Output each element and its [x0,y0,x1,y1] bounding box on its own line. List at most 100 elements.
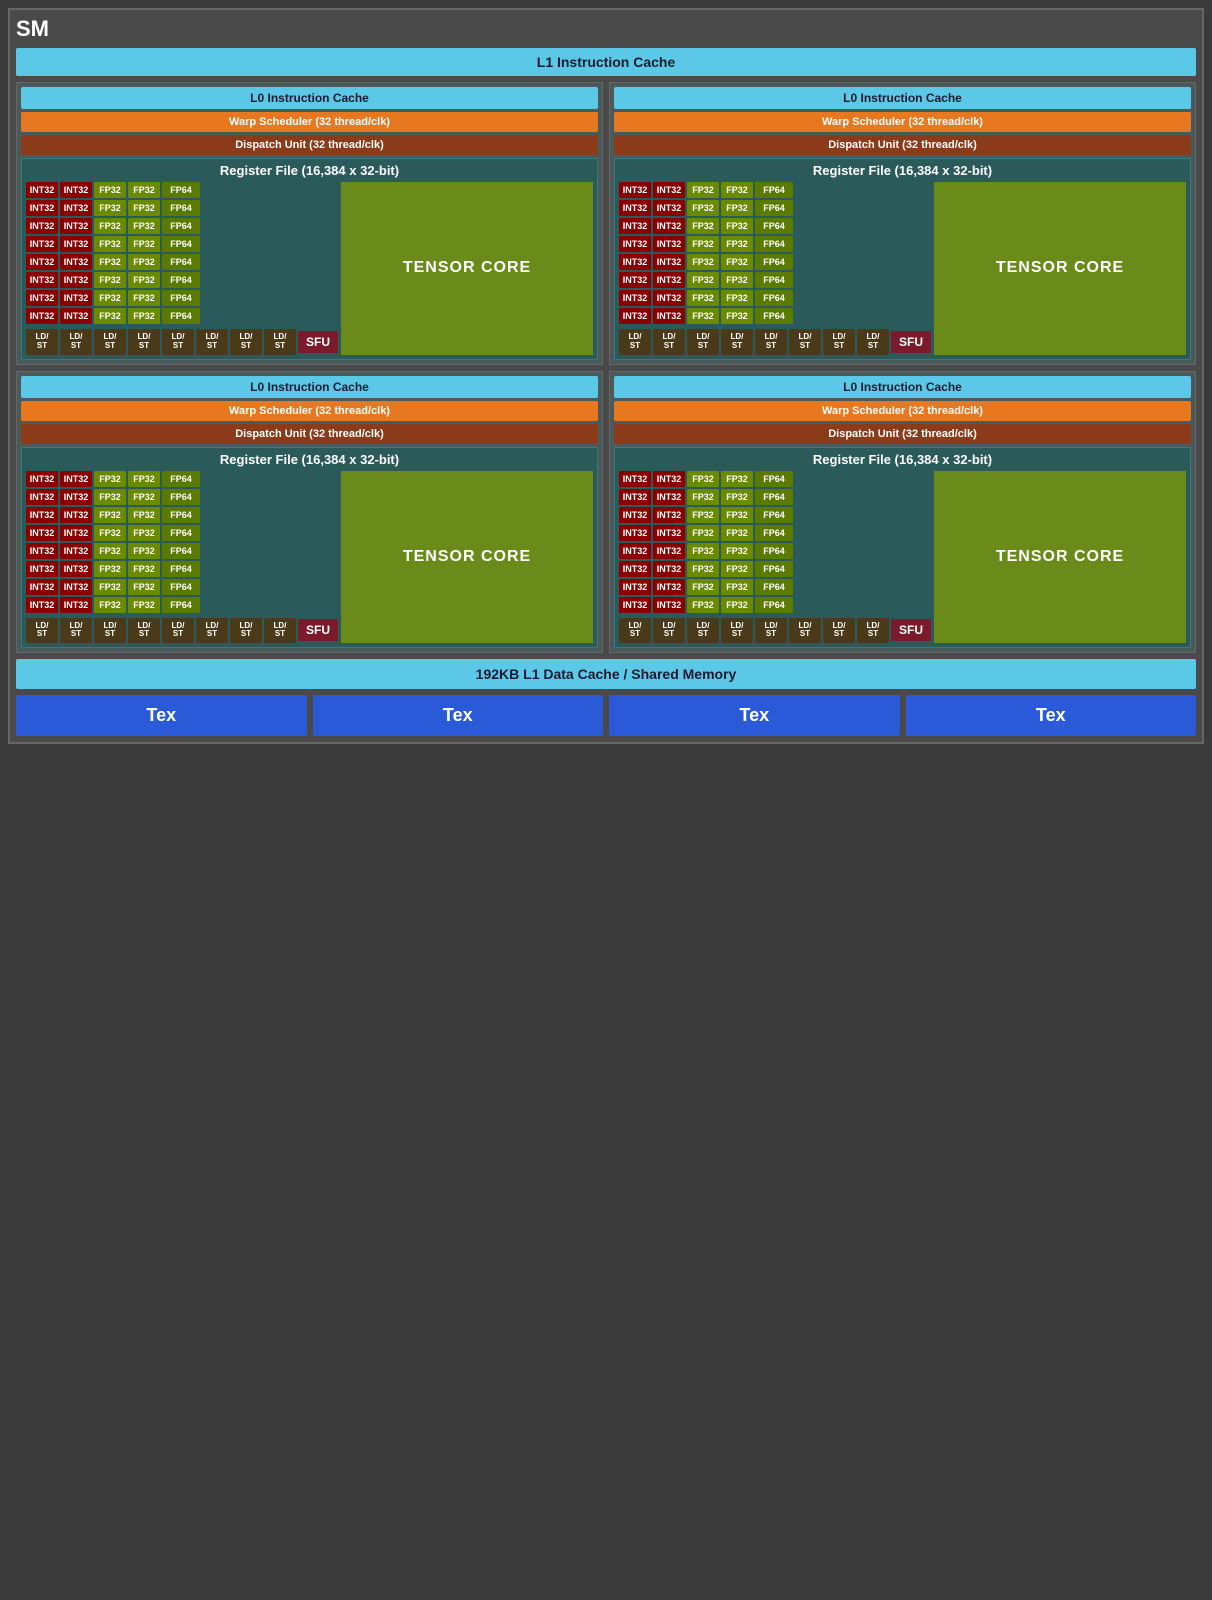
int32-box: INT32 [60,290,92,306]
int32-box: INT32 [60,471,92,487]
compute-row: INT32 INT32 FP32 FP32 FP64 [619,525,931,541]
left-compute-2: INT32 INT32 FP32 FP32 FP64 INT32 INT32 F… [619,182,931,355]
compute-row: INT32 INT32 FP32 FP32 FP64 [619,182,931,198]
fp32-box: FP32 [721,471,753,487]
fp32-box: FP32 [687,308,719,324]
fp32-box: FP32 [687,543,719,559]
int32-box: INT32 [619,525,651,541]
fp32-box: FP32 [687,507,719,523]
fp64-box: FP64 [162,561,200,577]
int32-box: INT32 [653,543,685,559]
compute-row: INT32 INT32 FP32 FP32 FP64 [619,597,931,613]
compute-row: INT32 INT32 FP32 FP32 FP64 [26,236,338,252]
sm-container: SM L1 Instruction Cache L0 Instruction C… [8,8,1204,744]
fp32-box: FP32 [128,218,160,234]
fp32-box: FP32 [94,218,126,234]
dispatch-unit-3: Dispatch Unit (32 thread/clk) [21,424,598,444]
bottom-quadrants-row: L0 Instruction Cache Warp Scheduler (32 … [16,371,1196,654]
fp32-box: FP32 [128,525,160,541]
ld-st-box: LD/ST [619,329,651,355]
int32-box: INT32 [619,561,651,577]
fp32-box: FP32 [721,236,753,252]
compute-row: INT32 INT32 FP32 FP32 FP64 [619,218,931,234]
fp32-box: FP32 [721,254,753,270]
int32-box: INT32 [619,471,651,487]
fp32-box: FP32 [128,200,160,216]
fp64-box: FP64 [162,182,200,198]
int32-box: INT32 [26,272,58,288]
fp32-box: FP32 [128,182,160,198]
fp64-box: FP64 [755,236,793,252]
top-quadrants-row: L0 Instruction Cache Warp Scheduler (32 … [16,82,1196,365]
fp32-box: FP32 [128,597,160,613]
fp32-box: FP32 [687,200,719,216]
int32-box: INT32 [60,561,92,577]
fp32-box: FP32 [721,218,753,234]
int32-box: INT32 [653,597,685,613]
int32-box: INT32 [619,272,651,288]
int32-box: INT32 [619,507,651,523]
fp32-box: FP32 [94,182,126,198]
int32-box: INT32 [60,597,92,613]
fp32-box: FP32 [687,489,719,505]
warp-scheduler-3: Warp Scheduler (32 thread/clk) [21,401,598,421]
fp64-box: FP64 [162,218,200,234]
ld-st-box: LD/ST [94,618,126,644]
fp32-box: FP32 [128,561,160,577]
tensor-core-1: TENSOR CORE [341,182,593,355]
fp32-box: FP32 [721,561,753,577]
int32-box: INT32 [653,254,685,270]
sfu-box: SFU [891,331,931,353]
register-file-area-3: Register File (16,384 x 32-bit) INT32 IN… [21,447,598,649]
reg-file-title-1: Register File (16,384 x 32-bit) [26,163,593,178]
compute-row: INT32 INT32 FP32 FP32 FP64 [26,543,338,559]
fp64-box: FP64 [755,272,793,288]
int32-box: INT32 [653,525,685,541]
fp32-box: FP32 [128,236,160,252]
fp32-box: FP32 [94,525,126,541]
ld-st-box: LD/ST [264,618,296,644]
ld-st-box: LD/ST [196,329,228,355]
fp64-box: FP64 [162,525,200,541]
ld-st-box: LD/ST [60,618,92,644]
int32-box: INT32 [26,254,58,270]
int32-box: INT32 [653,218,685,234]
ld-st-box: LD/ST [755,618,787,644]
fp32-box: FP32 [94,290,126,306]
int32-box: INT32 [653,182,685,198]
int32-box: INT32 [60,182,92,198]
ld-st-box: LD/ST [230,618,262,644]
ld-st-box: LD/ST [857,329,889,355]
int32-box: INT32 [653,579,685,595]
dispatch-unit-4: Dispatch Unit (32 thread/clk) [614,424,1191,444]
compute-area-1: INT32 INT32 FP32 FP32 FP64 INT32 INT32 F… [26,182,593,355]
fp64-box: FP64 [162,471,200,487]
int32-box: INT32 [26,308,58,324]
int32-box: INT32 [619,254,651,270]
fp32-box: FP32 [687,290,719,306]
compute-row: INT32 INT32 FP32 FP32 FP64 [26,308,338,324]
fp32-box: FP32 [721,272,753,288]
compute-row: INT32 INT32 FP32 FP32 FP64 [619,308,931,324]
compute-area-2: INT32 INT32 FP32 FP32 FP64 INT32 INT32 F… [619,182,1186,355]
l0-cache-4: L0 Instruction Cache [614,376,1191,398]
fp32-box: FP32 [687,254,719,270]
ld-st-row: LD/ST LD/ST LD/ST LD/ST LD/ST LD/ST LD/S… [26,618,338,644]
tex-box-1: Tex [16,695,307,736]
fp64-box: FP64 [162,507,200,523]
ld-st-box: LD/ST [823,329,855,355]
int32-box: INT32 [26,525,58,541]
ld-st-row: LD/ST LD/ST LD/ST LD/ST LD/ST LD/ST LD/S… [619,329,931,355]
int32-box: INT32 [26,507,58,523]
quadrant-1: L0 Instruction Cache Warp Scheduler (32 … [16,82,603,365]
fp64-box: FP64 [755,218,793,234]
ld-st-box: LD/ST [687,329,719,355]
fp32-box: FP32 [687,525,719,541]
ld-st-box: LD/ST [128,329,160,355]
fp64-box: FP64 [755,561,793,577]
sfu-box: SFU [298,619,338,641]
int32-box: INT32 [653,236,685,252]
fp32-box: FP32 [721,579,753,595]
fp64-box: FP64 [162,290,200,306]
l1-instruction-cache: L1 Instruction Cache [16,48,1196,76]
